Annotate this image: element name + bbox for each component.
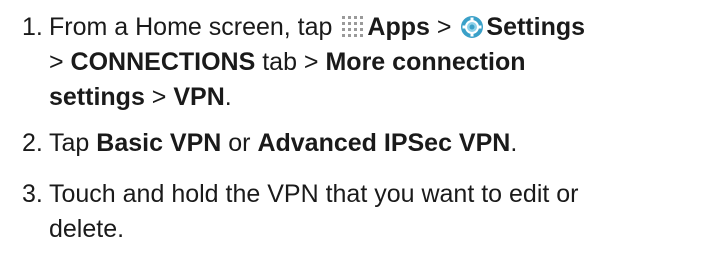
step-3-line-2: delete. bbox=[49, 215, 125, 243]
connections-label: CONNECTIONS bbox=[70, 48, 256, 76]
step-1-line-1: From a Home screen, tap Apps > Settings bbox=[49, 10, 704, 45]
step-text: > bbox=[429, 13, 459, 41]
step-text: > bbox=[49, 48, 71, 76]
apps-label: Apps bbox=[367, 13, 430, 41]
apps-grid-icon bbox=[341, 15, 365, 39]
settings-label: Settings bbox=[486, 13, 586, 41]
step-text: From a Home screen, tap bbox=[49, 13, 340, 41]
step-text: . bbox=[510, 129, 518, 157]
vpn-label: VPN bbox=[173, 83, 225, 111]
settings-gear-icon bbox=[460, 15, 484, 39]
step-2-line-1: Tap Basic VPN or Advanced IPSec VPN. bbox=[49, 126, 704, 161]
more-connection-label: More connection bbox=[325, 48, 526, 76]
step-1-line-2: > CONNECTIONS tab > More connection bbox=[49, 45, 704, 80]
step-text: or bbox=[221, 129, 258, 157]
step-1-line-3: settings > VPN. bbox=[49, 80, 704, 115]
settings-continued-label: settings bbox=[49, 83, 145, 111]
step-3-line-1: Touch and hold the VPN that you want to … bbox=[49, 180, 579, 208]
step-text: Tap bbox=[49, 129, 97, 157]
step-text: tab > bbox=[255, 48, 326, 76]
step-number: 2. bbox=[22, 129, 43, 157]
step-text: . bbox=[224, 83, 232, 111]
step-number: 1. bbox=[22, 13, 43, 41]
step-number: 3. bbox=[22, 180, 43, 208]
basic-vpn-label: Basic VPN bbox=[96, 129, 222, 157]
step-text: > bbox=[144, 83, 174, 111]
advanced-ipsec-vpn-label: Advanced IPSec VPN bbox=[257, 129, 511, 157]
